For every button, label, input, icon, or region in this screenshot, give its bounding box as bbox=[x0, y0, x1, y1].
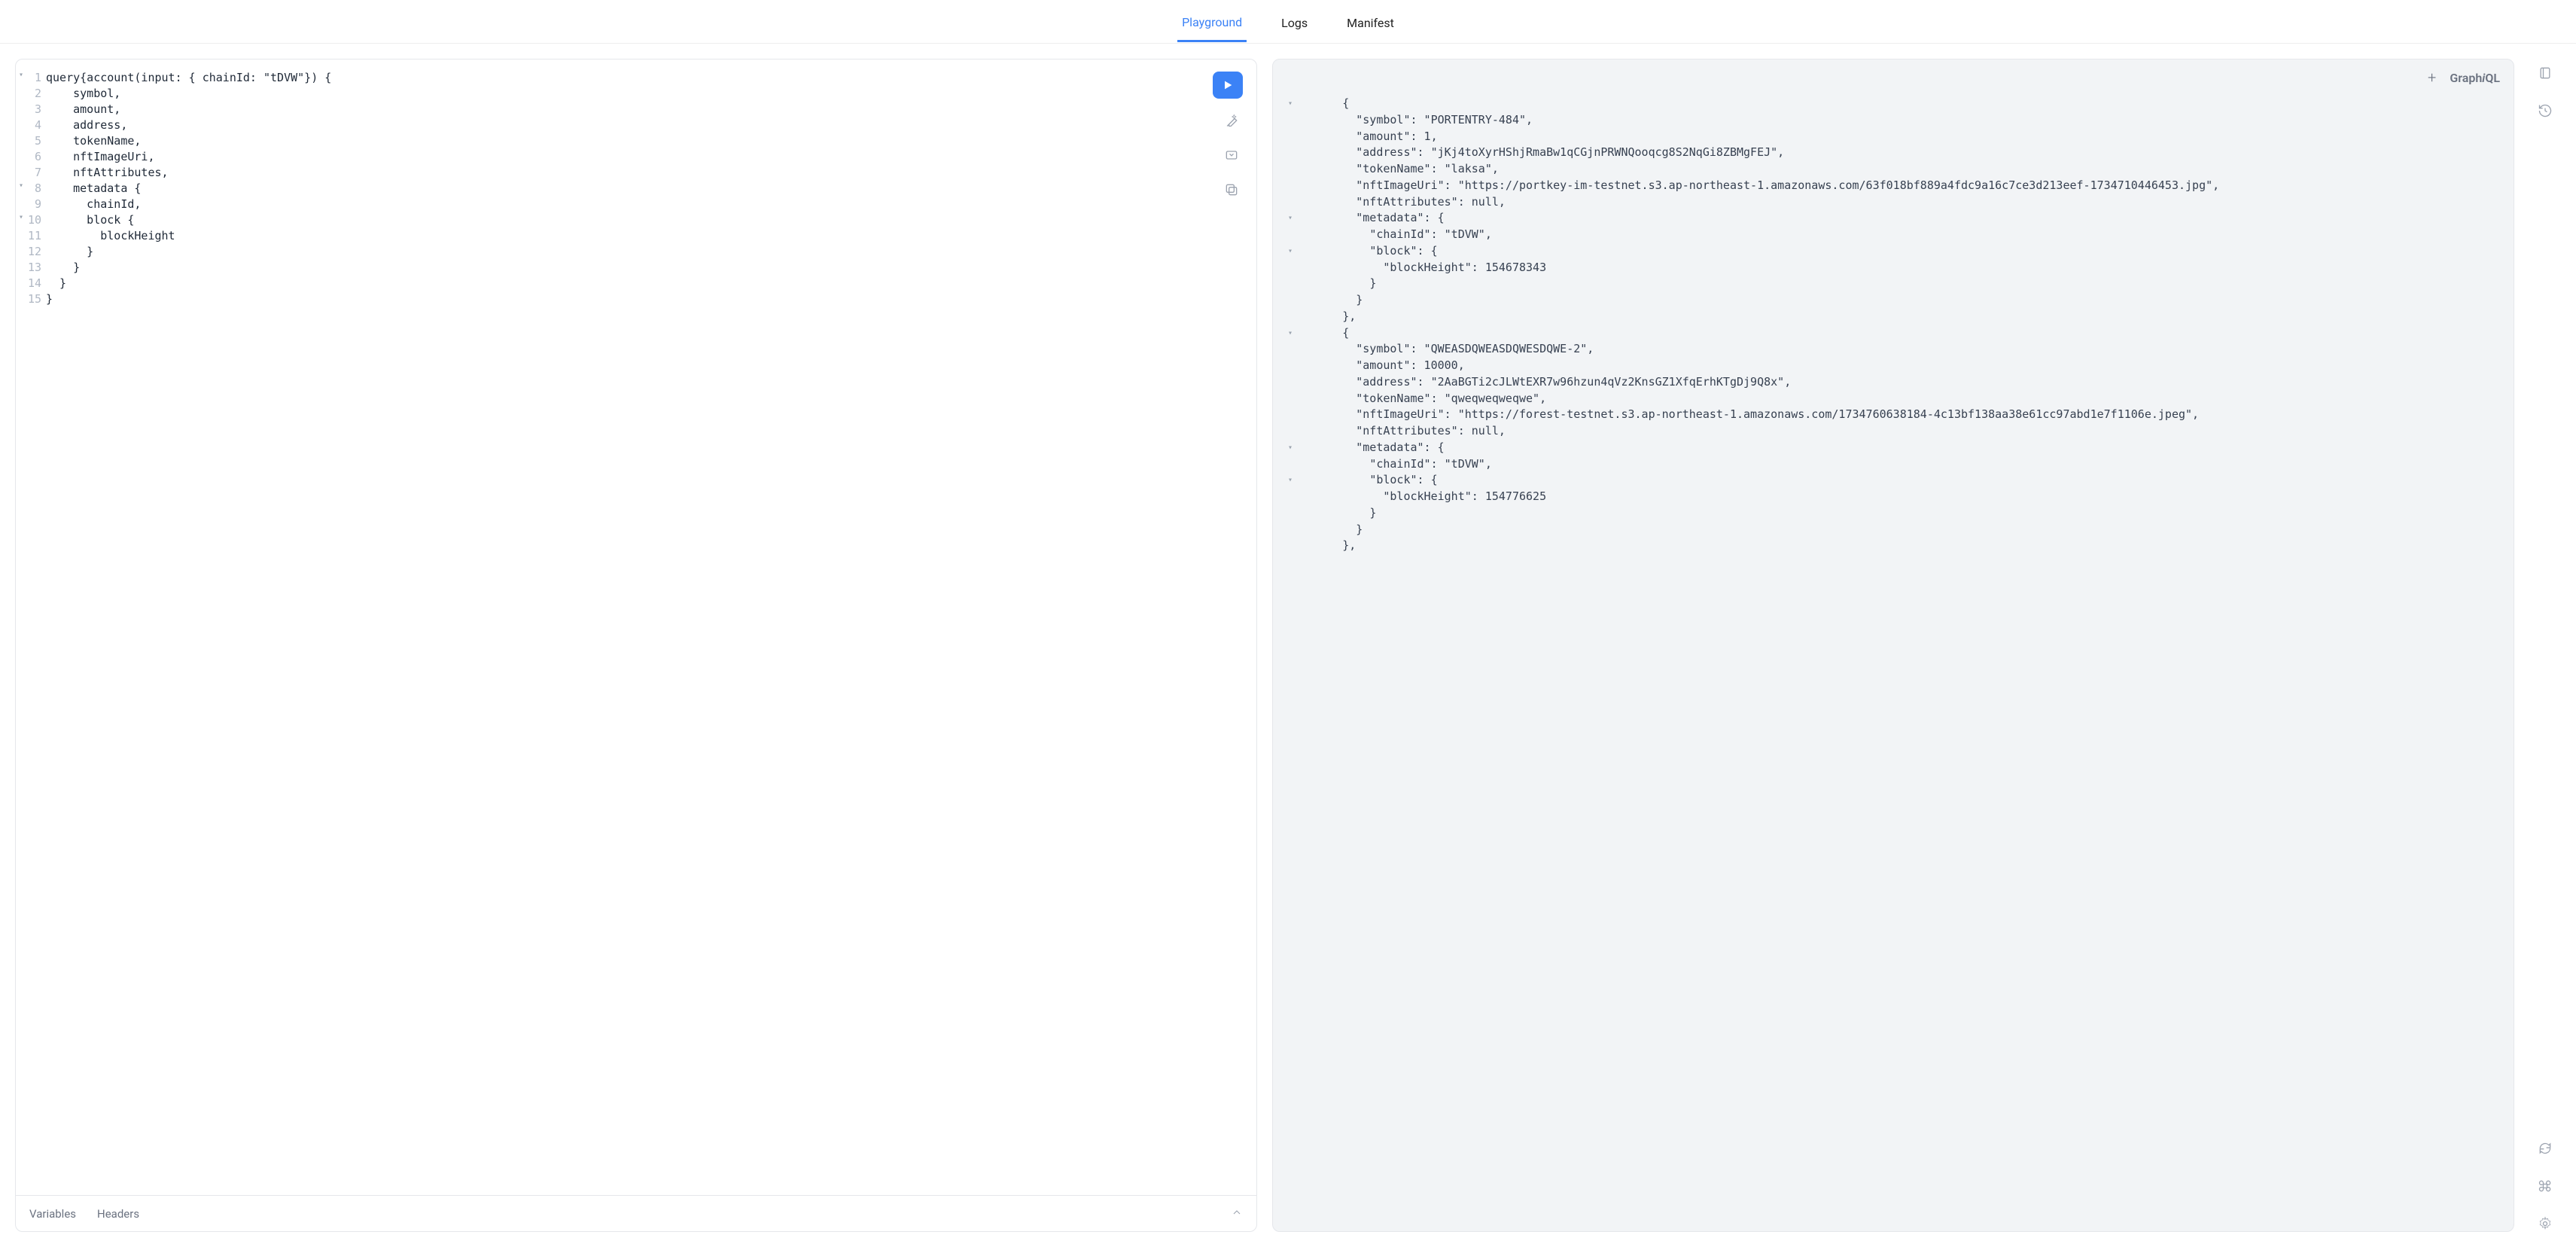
run-button[interactable] bbox=[1213, 72, 1243, 99]
result-line: "nftAttributes": null, bbox=[1283, 423, 2503, 440]
result-line: "block": { bbox=[1283, 243, 2503, 260]
result-line: "metadata": { bbox=[1283, 210, 2503, 227]
line-number: 4 bbox=[16, 117, 41, 133]
line-number: 1 bbox=[16, 70, 41, 86]
code-line[interactable]: } bbox=[46, 244, 1256, 260]
result-line: "symbol": "QWEASDQWEASDQWESDQWE-2", bbox=[1283, 341, 2503, 358]
tab-logs[interactable]: Logs bbox=[1277, 2, 1312, 41]
line-number: 14 bbox=[16, 276, 41, 291]
code-line[interactable]: address, bbox=[46, 117, 1256, 133]
result-panel: + GraphiQL { "symbol": "PORTENTRY-484", … bbox=[1272, 59, 2514, 1232]
code-line[interactable]: query{account(input: { chainId: "tDVW"})… bbox=[46, 70, 1256, 86]
result-line: } bbox=[1283, 276, 2503, 292]
code-line[interactable]: nftImageUri, bbox=[46, 149, 1256, 165]
result-viewer[interactable]: { "symbol": "PORTENTRY-484", "amount": 1… bbox=[1273, 96, 2514, 1231]
result-line: "symbol": "PORTENTRY-484", bbox=[1283, 112, 2503, 129]
result-line: "blockHeight": 154678343 bbox=[1283, 260, 2503, 276]
tab-manifest[interactable]: Manifest bbox=[1342, 2, 1399, 41]
result-header: + GraphiQL bbox=[1273, 59, 2514, 96]
result-line: }, bbox=[1283, 309, 2503, 325]
code-line[interactable]: tokenName, bbox=[46, 133, 1256, 149]
code-line[interactable]: symbol, bbox=[46, 86, 1256, 102]
line-number: 12 bbox=[16, 244, 41, 260]
result-line: }, bbox=[1283, 538, 2503, 554]
code-line[interactable]: } bbox=[46, 291, 1256, 307]
line-number: 5 bbox=[16, 133, 41, 149]
code-line[interactable]: } bbox=[46, 276, 1256, 291]
graphiql-brand: GraphiQL bbox=[2450, 71, 2500, 85]
query-editor-panel: 123456789101112131415 query{account(inpu… bbox=[15, 59, 1257, 1232]
settings-icon[interactable] bbox=[2537, 1215, 2553, 1232]
merge-icon[interactable] bbox=[1223, 147, 1240, 163]
code-line[interactable]: blockHeight bbox=[46, 228, 1256, 244]
line-number: 10 bbox=[16, 212, 41, 228]
result-line: "tokenName": "laksa", bbox=[1283, 161, 2503, 178]
line-number: 2 bbox=[16, 86, 41, 102]
code-line[interactable]: } bbox=[46, 260, 1256, 276]
line-number: 15 bbox=[16, 291, 41, 307]
result-line: { bbox=[1283, 96, 2503, 112]
result-line: "amount": 1, bbox=[1283, 129, 2503, 145]
editor-footer: Variables Headers bbox=[16, 1195, 1256, 1231]
code-line[interactable]: nftAttributes, bbox=[46, 165, 1256, 181]
line-number: 11 bbox=[16, 228, 41, 244]
result-line: "nftImageUri": "https://forest-testnet.s… bbox=[1283, 407, 2503, 423]
result-line: "chainId": "tDVW", bbox=[1283, 227, 2503, 243]
line-number: 7 bbox=[16, 165, 41, 181]
right-rail bbox=[2529, 59, 2561, 1232]
result-line: "chainId": "tDVW", bbox=[1283, 456, 2503, 473]
refresh-icon[interactable] bbox=[2537, 1140, 2553, 1157]
tab-playground[interactable]: Playground bbox=[1177, 2, 1247, 42]
result-line: } bbox=[1283, 292, 2503, 309]
shortcuts-icon[interactable] bbox=[2537, 1178, 2553, 1194]
add-tab-icon[interactable]: + bbox=[2428, 69, 2436, 87]
code-line[interactable]: chainId, bbox=[46, 197, 1256, 212]
result-line: "nftAttributes": null, bbox=[1283, 194, 2503, 211]
line-number: 3 bbox=[16, 102, 41, 117]
result-line: "nftImageUri": "https://portkey-im-testn… bbox=[1283, 178, 2503, 194]
chevron-up-icon[interactable] bbox=[1231, 1206, 1243, 1221]
result-line: "amount": 10000, bbox=[1283, 358, 2503, 374]
result-line: { bbox=[1283, 325, 2503, 342]
line-number: 8 bbox=[16, 181, 41, 197]
result-line: "blockHeight": 154776625 bbox=[1283, 489, 2503, 505]
code-line[interactable]: amount, bbox=[46, 102, 1256, 117]
editor-toolbar bbox=[1223, 112, 1240, 198]
result-line: "metadata": { bbox=[1283, 440, 2503, 456]
line-number: 9 bbox=[16, 197, 41, 212]
code-line[interactable]: block { bbox=[46, 212, 1256, 228]
line-number: 6 bbox=[16, 149, 41, 165]
top-tabs: Playground Logs Manifest bbox=[0, 0, 2576, 44]
variables-tab[interactable]: Variables bbox=[29, 1207, 76, 1221]
headers-tab[interactable]: Headers bbox=[97, 1207, 139, 1221]
docs-icon[interactable] bbox=[2537, 65, 2553, 81]
result-line: "block": { bbox=[1283, 472, 2503, 489]
query-editor[interactable]: 123456789101112131415 query{account(inpu… bbox=[16, 59, 1256, 1195]
line-number: 13 bbox=[16, 260, 41, 276]
code-line[interactable]: metadata { bbox=[46, 181, 1256, 197]
copy-icon[interactable] bbox=[1223, 181, 1240, 198]
prettify-icon[interactable] bbox=[1223, 112, 1240, 129]
result-line: } bbox=[1283, 505, 2503, 522]
workspace: 123456789101112131415 query{account(inpu… bbox=[0, 44, 2576, 1247]
result-line: } bbox=[1283, 522, 2503, 538]
result-line: "tokenName": "qweqweqweqwe", bbox=[1283, 391, 2503, 407]
result-line: "address": "jKj4toXyrHShjRmaBw1qCGjnPRWN… bbox=[1283, 145, 2503, 161]
history-icon[interactable] bbox=[2537, 102, 2553, 119]
result-line: "address": "2AaBGTi2cJLWtEXR7w96hzun4qVz… bbox=[1283, 374, 2503, 391]
